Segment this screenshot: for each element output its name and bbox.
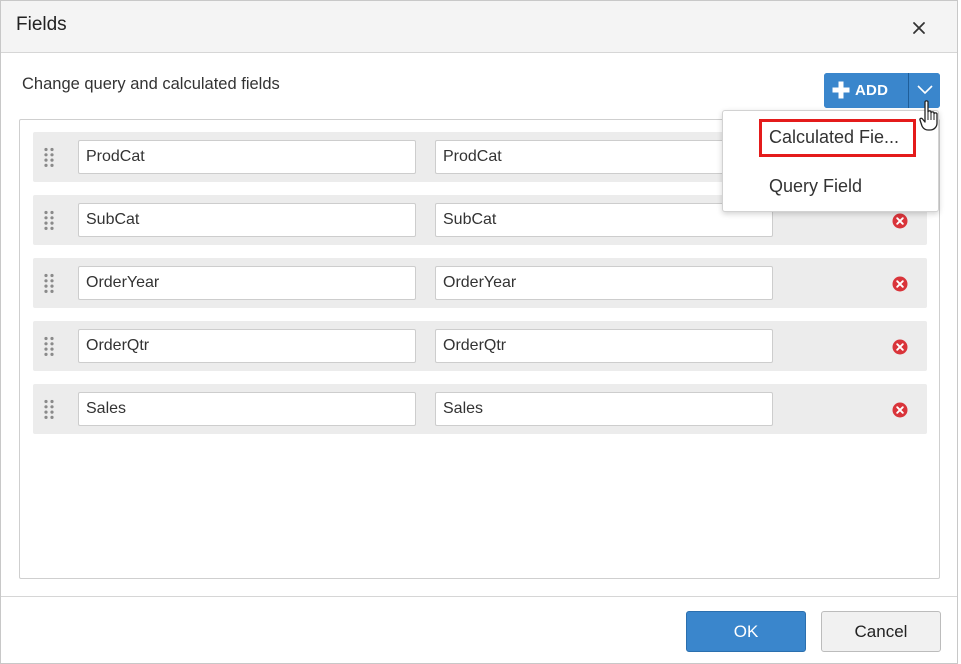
field-expression-input[interactable]: [435, 392, 773, 426]
chevron-down-icon: [917, 85, 933, 95]
field-name-input[interactable]: [78, 266, 416, 300]
field-name-input[interactable]: [78, 329, 416, 363]
drag-handle-icon[interactable]: [44, 147, 54, 168]
plus-icon: [832, 81, 850, 99]
field-name-input[interactable]: [78, 392, 416, 426]
field-name-input[interactable]: [78, 203, 416, 237]
drag-handle-icon[interactable]: [44, 273, 54, 294]
menu-item-calculated-field[interactable]: Calculated Fie...: [769, 127, 899, 148]
hand-cursor-icon: [919, 99, 941, 133]
ok-button[interactable]: OK: [686, 611, 806, 652]
dialog-subheading: Change query and calculated fields: [22, 75, 280, 93]
delete-icon[interactable]: [892, 339, 908, 355]
add-dropdown-menu: Calculated Fie... Query Field: [722, 110, 939, 212]
field-expression-input[interactable]: [435, 266, 773, 300]
drag-handle-icon[interactable]: [44, 336, 54, 357]
dialog-titlebar: Fields: [1, 1, 957, 53]
fields-dialog: Fields Change query and calculated field…: [0, 0, 958, 664]
drag-handle-icon[interactable]: [44, 210, 54, 231]
field-name-input[interactable]: [78, 140, 416, 174]
field-row: [33, 384, 927, 434]
menu-item-query-field[interactable]: Query Field: [769, 176, 862, 197]
add-button-label: ADD: [855, 82, 889, 99]
field-row: [33, 321, 927, 371]
delete-icon[interactable]: [892, 276, 908, 292]
field-row: [33, 258, 927, 308]
footer-divider: [1, 596, 957, 597]
delete-icon[interactable]: [892, 402, 908, 418]
field-expression-input[interactable]: [435, 329, 773, 363]
delete-icon[interactable]: [892, 213, 908, 229]
drag-handle-icon[interactable]: [44, 399, 54, 420]
dialog-title: Fields: [16, 14, 67, 35]
close-icon[interactable]: [907, 16, 931, 40]
add-button[interactable]: ADD: [824, 73, 908, 108]
cancel-button[interactable]: Cancel: [821, 611, 941, 652]
